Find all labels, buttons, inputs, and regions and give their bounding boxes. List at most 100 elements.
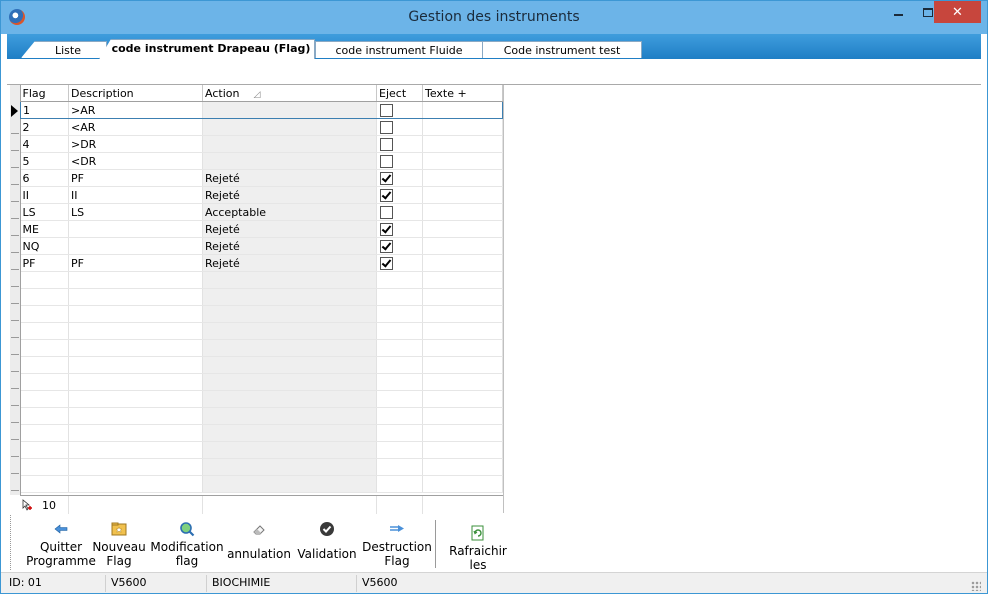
empty-row[interactable] bbox=[20, 305, 503, 323]
cell-texte[interactable] bbox=[422, 237, 503, 255]
column-header-description[interactable]: Description bbox=[68, 85, 203, 102]
table-row[interactable]: NQ Rejeté bbox=[20, 237, 503, 255]
table-row[interactable]: II II Rejeté bbox=[20, 186, 503, 204]
cell-description[interactable] bbox=[68, 237, 203, 255]
cancel-button[interactable]: annulation bbox=[227, 515, 291, 570]
column-header-action[interactable]: Action ◿ bbox=[202, 85, 377, 102]
cell-texte[interactable] bbox=[422, 118, 503, 136]
table-row[interactable]: 4 >DR bbox=[20, 135, 503, 153]
tab-liste[interactable]: Liste bbox=[21, 41, 107, 58]
cell-action[interactable]: Acceptable bbox=[202, 203, 377, 221]
empty-row[interactable] bbox=[20, 288, 503, 306]
table-row[interactable]: 1 >AR bbox=[20, 101, 503, 119]
table-row[interactable]: ME Rejeté bbox=[20, 220, 503, 238]
cell-flag[interactable]: 6 bbox=[20, 169, 69, 187]
cell-description[interactable]: <DR bbox=[68, 152, 203, 170]
delete-flag-button[interactable]: Destruction Flag bbox=[361, 515, 433, 570]
empty-row[interactable] bbox=[20, 322, 503, 340]
cell-texte[interactable] bbox=[422, 135, 503, 153]
eject-checkbox[interactable] bbox=[380, 256, 393, 270]
cell-texte[interactable] bbox=[422, 254, 503, 272]
cell-action[interactable] bbox=[202, 101, 377, 119]
cell-action[interactable] bbox=[202, 118, 377, 136]
cell-flag[interactable]: II bbox=[20, 186, 69, 204]
empty-row[interactable] bbox=[20, 424, 503, 442]
cell-flag[interactable]: 2 bbox=[20, 118, 69, 136]
tab-code-instrument-test[interactable]: Code instrument test bbox=[482, 41, 642, 58]
cell-texte[interactable] bbox=[422, 203, 503, 221]
eject-checkbox[interactable] bbox=[380, 188, 393, 202]
cell-flag[interactable]: 5 bbox=[20, 152, 69, 170]
title-bar[interactable]: Gestion des instruments ✕ bbox=[1, 1, 987, 34]
cell-eject[interactable] bbox=[376, 101, 423, 119]
add-column-icon[interactable]: + bbox=[458, 87, 467, 100]
empty-row[interactable] bbox=[20, 373, 503, 391]
eject-checkbox[interactable] bbox=[380, 154, 393, 168]
table-row[interactable]: 6 PF Rejeté bbox=[20, 169, 503, 187]
empty-row[interactable] bbox=[20, 339, 503, 357]
column-header-eject[interactable]: Eject bbox=[376, 85, 423, 102]
cell-eject[interactable] bbox=[376, 220, 423, 238]
eject-checkbox[interactable] bbox=[380, 137, 393, 151]
cell-action[interactable] bbox=[202, 135, 377, 153]
cell-eject[interactable] bbox=[376, 203, 423, 221]
table-row[interactable]: 5 <DR bbox=[20, 152, 503, 170]
cell-description[interactable] bbox=[68, 220, 203, 238]
cell-flag[interactable]: NQ bbox=[20, 237, 69, 255]
cell-description[interactable]: PF bbox=[68, 169, 203, 187]
cell-flag[interactable]: ME bbox=[20, 220, 69, 238]
tab-code-instrument-fluide[interactable]: code instrument Fluide bbox=[315, 41, 483, 58]
empty-row[interactable] bbox=[20, 441, 503, 459]
cell-eject[interactable] bbox=[376, 152, 423, 170]
cell-description[interactable]: LS bbox=[68, 203, 203, 221]
modify-flag-button[interactable]: Modification flag bbox=[149, 515, 225, 570]
empty-row[interactable] bbox=[20, 475, 503, 493]
table-row[interactable]: PF PF Rejeté bbox=[20, 254, 503, 272]
cell-texte[interactable] bbox=[422, 220, 503, 238]
empty-row[interactable] bbox=[20, 458, 503, 476]
resize-grip-icon[interactable] bbox=[971, 581, 981, 591]
eject-checkbox[interactable] bbox=[380, 222, 393, 236]
cell-action[interactable]: Rejeté bbox=[202, 220, 377, 238]
table-row[interactable]: LS LS Acceptable bbox=[20, 203, 503, 221]
cell-action[interactable]: Rejeté bbox=[202, 169, 377, 187]
cell-texte[interactable] bbox=[422, 186, 503, 204]
cell-eject[interactable] bbox=[376, 135, 423, 153]
empty-row[interactable] bbox=[20, 271, 503, 289]
cell-description[interactable]: PF bbox=[68, 254, 203, 272]
cell-eject[interactable] bbox=[376, 118, 423, 136]
cell-texte[interactable] bbox=[422, 152, 503, 170]
cell-action[interactable]: Rejeté bbox=[202, 254, 377, 272]
cell-description[interactable]: >AR bbox=[68, 101, 203, 119]
cell-eject[interactable] bbox=[376, 254, 423, 272]
empty-row[interactable] bbox=[20, 407, 503, 425]
cell-description[interactable]: II bbox=[68, 186, 203, 204]
minimize-button[interactable] bbox=[883, 1, 913, 23]
cell-texte[interactable] bbox=[422, 169, 503, 187]
cell-eject[interactable] bbox=[376, 186, 423, 204]
cell-action[interactable] bbox=[202, 152, 377, 170]
cell-flag[interactable]: 1 bbox=[20, 101, 69, 119]
cell-action[interactable]: Rejeté bbox=[202, 186, 377, 204]
cell-eject[interactable] bbox=[376, 237, 423, 255]
validate-button[interactable]: Validation bbox=[295, 515, 359, 570]
close-button[interactable]: ✕ bbox=[934, 1, 981, 23]
eject-checkbox[interactable] bbox=[380, 239, 393, 253]
tab-code-instrument-drapeau[interactable]: code instrument Drapeau (Flag) bbox=[99, 39, 315, 59]
cell-eject[interactable] bbox=[376, 169, 423, 187]
empty-row[interactable] bbox=[20, 390, 503, 408]
column-header-texte[interactable]: Texte + bbox=[422, 85, 503, 102]
column-header-flag[interactable]: Flag bbox=[20, 85, 69, 102]
cell-texte[interactable] bbox=[422, 101, 503, 119]
eject-checkbox[interactable] bbox=[380, 103, 393, 117]
eject-checkbox[interactable] bbox=[380, 171, 393, 185]
new-flag-button[interactable]: Nouveau Flag bbox=[91, 515, 147, 570]
cell-action[interactable]: Rejeté bbox=[202, 237, 377, 255]
cell-flag[interactable]: 4 bbox=[20, 135, 69, 153]
empty-row[interactable] bbox=[20, 356, 503, 374]
cell-description[interactable]: >DR bbox=[68, 135, 203, 153]
cell-flag[interactable]: LS bbox=[20, 203, 69, 221]
eject-checkbox[interactable] bbox=[380, 205, 393, 219]
eject-checkbox[interactable] bbox=[380, 120, 393, 134]
cell-flag[interactable]: PF bbox=[20, 254, 69, 272]
